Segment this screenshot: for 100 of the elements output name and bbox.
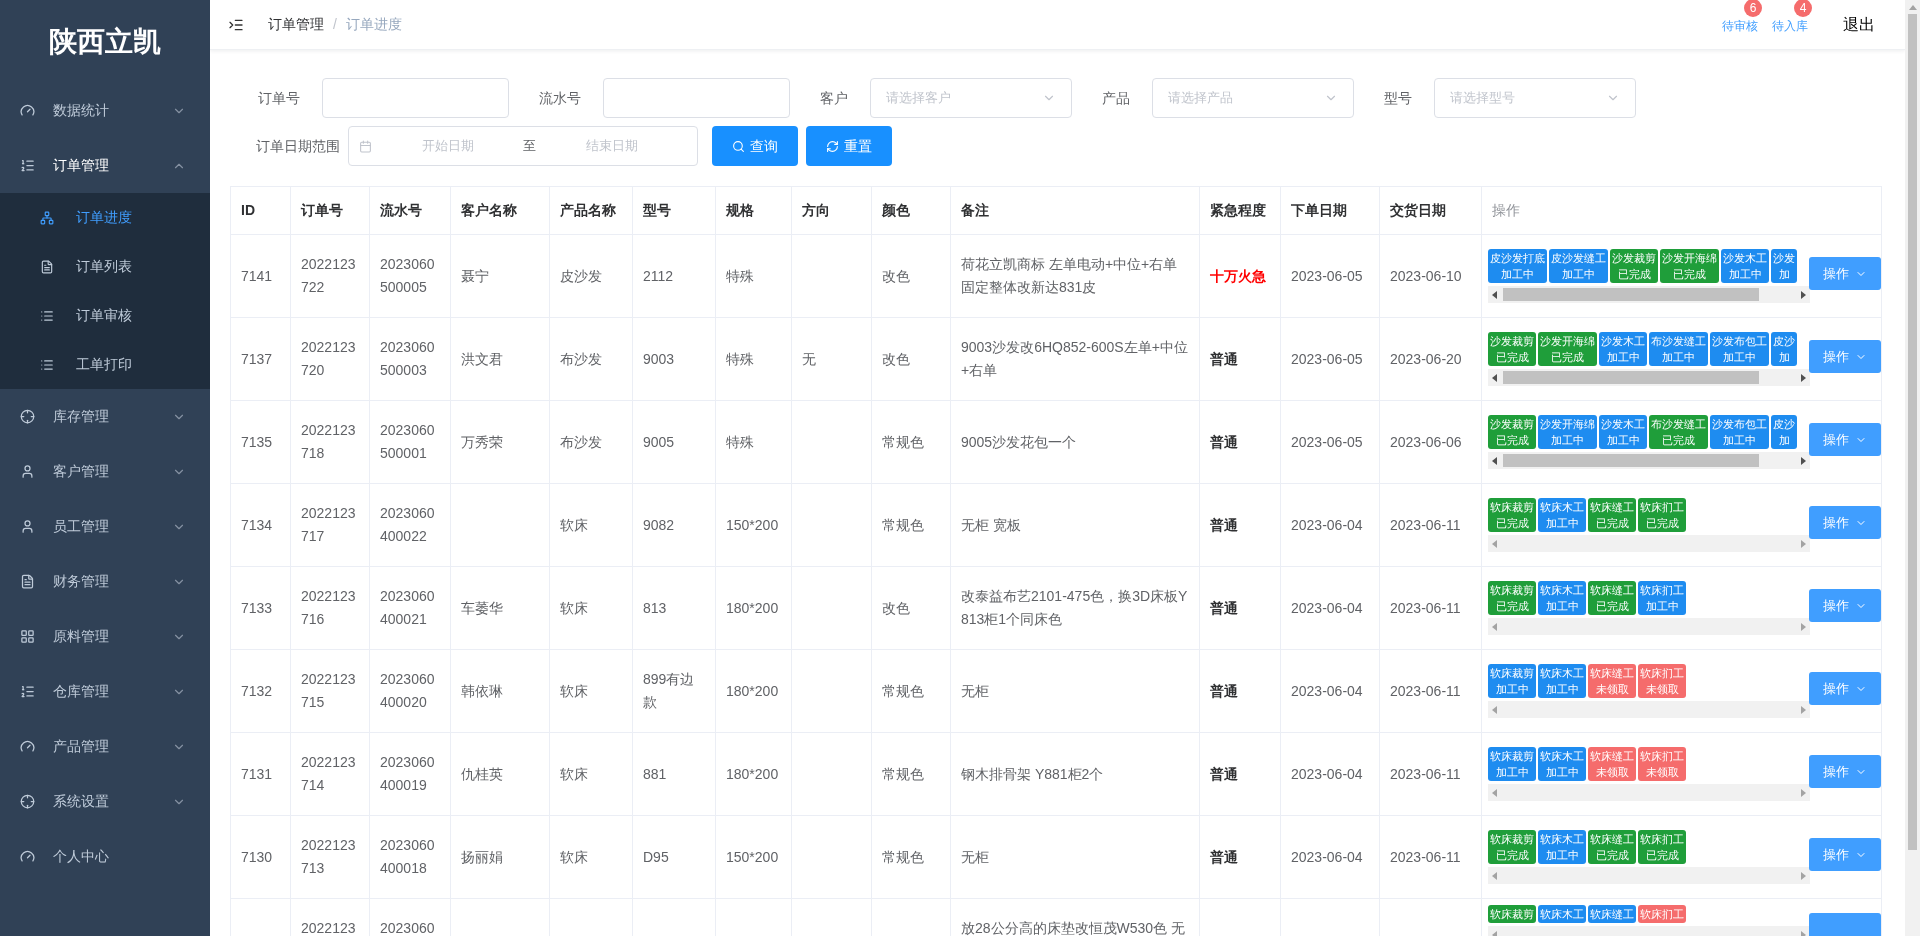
stage-tag: 沙发裁剪 已完成: [1488, 332, 1536, 366]
scroll-right-icon[interactable]: [1801, 456, 1806, 465]
menu-label: 订单管理: [53, 156, 110, 175]
scroll-right-icon[interactable]: [1801, 290, 1806, 299]
table-cell: 万秀荣: [450, 400, 550, 484]
table-cell: 普通: [1199, 400, 1281, 484]
menu-item[interactable]: 客户管理: [0, 444, 210, 499]
refresh-icon: [826, 139, 839, 153]
scroll-left-icon[interactable]: [1492, 456, 1497, 465]
scroll-left-icon[interactable]: [1492, 290, 1497, 299]
table-cell: 9003: [632, 317, 716, 401]
stage-tag: 软床木工 加工中: [1538, 747, 1586, 781]
table-row[interactable]: 7141 2022123722 2023060500005 聂宁 皮沙发 2112 特殊 改色 荷花立凯商标 左单电动+中位+右单固定整体改新达831皮 十万火急 2023-06-05 2023-06-10 皮沙发打底 加工中 皮沙发缝工 加工中 沙发裁剪 已完成 沙发开海绵 已完成 沙发木工 加工中 沙发 加 操作: [230, 234, 1882, 318]
table-cell: 软床: [549, 566, 633, 650]
scrollbar-thumb[interactable]: [1503, 288, 1759, 301]
horizontal-scrollbar[interactable]: [1488, 369, 1810, 386]
table-cell: 2023-06-10: [1379, 234, 1482, 318]
menu-item[interactable]: 订单管理: [0, 138, 210, 193]
table-cell: 韩依琳: [450, 649, 550, 733]
scrollbar-thumb[interactable]: [1503, 454, 1759, 467]
table-cell: 899有边款: [632, 649, 716, 733]
submenu-label: 订单进度: [76, 208, 132, 227]
filter-label: 流水号: [539, 88, 581, 108]
table-cell: 特殊: [715, 400, 792, 484]
table-row[interactable]: 7137 2022123720 2023060500003 洪文君 布沙发 9003 特殊 无 改色 9003沙发改6HQ852-600S左单+中位+右单 普通 2023-06-05 2023-06-20 沙发裁剪 已完成 沙发开海绵 已完成 沙发木工 加工中 布沙发缝工 加工中 沙发布包工 加工中 皮沙 加 操作: [230, 317, 1882, 401]
table-cell: 9082: [632, 483, 716, 567]
table-cell: 软床: [549, 649, 633, 733]
table-cell: 软床: [549, 815, 633, 899]
menu-item[interactable]: 系统设置: [0, 774, 210, 829]
submenu-item[interactable]: 订单进度: [0, 193, 210, 242]
column-header: 订单号: [290, 186, 370, 235]
stage-tag: 软床裁剪 已完成: [1488, 581, 1536, 615]
scrollbar-thumb[interactable]: [1908, 14, 1917, 850]
column-header: 下单日期: [1280, 186, 1380, 235]
menu-label: 产品管理: [53, 737, 110, 756]
column-header: 紧急程度: [1199, 186, 1281, 235]
filter-label: 客户: [820, 88, 848, 108]
menu-item[interactable]: 原料管理: [0, 609, 210, 664]
filter-label: 订单号: [258, 88, 300, 108]
table-cell: 7141: [230, 234, 291, 318]
menu-item[interactable]: 仓库管理: [0, 664, 210, 719]
text-input[interactable]: [603, 78, 790, 118]
table-cell: 普通: [1199, 815, 1281, 899]
table-row[interactable]: 7130 2022123713 2023060400018 扬丽娟 软床 D95 150*200 常规色 无柜 普通 2023-06-04 2023-06-11 软床裁剪 已完成 软床木工 加工中 软床缝工 已完成 软床扪工 已完成 操作: [230, 815, 1882, 899]
horizontal-scrollbar[interactable]: [1488, 286, 1810, 303]
scrollbar-thumb[interactable]: [1503, 371, 1759, 384]
table-cell: 150*200: [715, 815, 792, 899]
menu-item[interactable]: 员工管理: [0, 499, 210, 554]
submenu-item[interactable]: 订单审核: [0, 291, 210, 340]
menu-item[interactable]: 财务管理: [0, 554, 210, 609]
table-row[interactable]: 7133 2022123716 2023060400021 车萎华 软床 813 180*200 改色 改泰益布艺2101-475色，换3D床板Y813柜1个同床色 普通 2023-06-04 2023-06-11 软床裁剪 已完成 软床木工 加工中 软床缝工 已完成 软床扪工 加工中 操作: [230, 566, 1882, 650]
menu-item[interactable]: 个人中心: [0, 829, 210, 884]
column-header: 流水号: [369, 186, 451, 235]
horizontal-scrollbar[interactable]: [1488, 452, 1810, 469]
menu-item[interactable]: 产品管理: [0, 719, 210, 774]
stage-tag: 沙发裁剪 已完成: [1488, 415, 1536, 449]
table-cell: 软床: [549, 483, 633, 567]
stage-tag: 软床扪工 未领取: [1638, 747, 1686, 781]
table-cell: 2023-06-11: [1379, 732, 1482, 816]
menu-label: 原料管理: [53, 627, 110, 646]
stage-tag: 布沙发缝工 已完成: [1649, 415, 1708, 449]
table-cell: 2023-06-11: [1379, 483, 1482, 567]
submenu-item[interactable]: 工单打印: [0, 340, 210, 389]
table-cell: 皮沙发: [549, 234, 633, 318]
scroll-up-icon[interactable]: [1908, 5, 1917, 10]
stage-tag: 沙发木工 加工中: [1599, 415, 1647, 449]
table-cell: 布沙发: [549, 317, 633, 401]
table-cell: 2023060500003: [369, 317, 451, 401]
text-input[interactable]: [322, 78, 509, 118]
table-cell: 常规色: [871, 732, 951, 816]
table-cell: 7137: [230, 317, 291, 401]
table-row[interactable]: 7134 2022123717 2023060400022 软床 9082 150*200 常规色 无柜 宽板 普通 2023-06-04 2023-06-11 软床裁剪 已完成 软床木工 加工中 软床缝工 已完成 软床扪工 已完成 操作: [230, 483, 1882, 567]
table-cell: 2022123716: [290, 566, 370, 650]
logout-link[interactable]: 退出: [1843, 12, 1875, 37]
menu-label: 员工管理: [53, 517, 110, 536]
menu-item[interactable]: 数据统计: [0, 83, 210, 138]
table-cell: 无柜: [950, 815, 1200, 899]
vertical-scrollbar[interactable]: [1905, 0, 1920, 936]
stage-tag: 皮沙发缝工 加工中: [1549, 249, 1608, 283]
stage-tag: 软床木工 加工中: [1538, 498, 1586, 532]
table-cell: 180*200: [715, 566, 792, 650]
table-cell: 特殊: [715, 234, 792, 318]
breadcrumb-item[interactable]: 订单管理: [268, 14, 324, 35]
table-row[interactable]: 7135 2022123718 2023060500001 万秀荣 布沙发 9005 特殊 常规色 9005沙发花包一个 普通 2023-06-05 2023-06-06 沙发裁剪 已完成 沙发开海绵 加工中 沙发木工 加工中 布沙发缝工 已完成 沙发布包工 加工中 皮沙 加 操作: [230, 400, 1882, 484]
submenu-item[interactable]: 订单列表: [0, 242, 210, 291]
scroll-right-icon[interactable]: [1801, 373, 1806, 382]
table-row[interactable]: 2022123 2023060 放28公分高的床垫改恒茂W530色 无 软床裁剪 软床木工 软床缝工 软床扪工: [230, 898, 1882, 936]
stage-tag: 软床裁剪: [1488, 905, 1536, 923]
stage-tag: 软床缝工 已完成: [1588, 830, 1636, 864]
user-icon: [20, 519, 35, 534]
date-range-field[interactable]: 开始日期 至 结束日期: [348, 126, 698, 166]
column-header: 产品名称: [549, 186, 633, 235]
table-row[interactable]: 7132 2022123715 2023060400020 韩依琳 软床 899有边款 180*200 常规色 无柜 普通 2023-06-04 2023-06-11 软床裁剪 加工中 软床木工 加工中 软床缝工 未领取 软床扪工 未领取 操作: [230, 649, 1882, 733]
table-cell: 881: [632, 732, 716, 816]
scroll-left-icon[interactable]: [1492, 373, 1497, 382]
column-header: 规格: [715, 186, 792, 235]
table-row[interactable]: 7131 2022123714 2023060400019 仇桂英 软床 881 180*200 常规色 钢木排骨架 Y881柜2个 普通 2023-06-04 2023-06-11 软床裁剪 加工中 软床木工 加工中 软床缝工 未领取 软床扪工 未领取 操作: [230, 732, 1882, 816]
table-cell: 2022123717: [290, 483, 370, 567]
menu-item[interactable]: 库存管理: [0, 389, 210, 444]
table-cell: 2023-06-04: [1280, 732, 1380, 816]
